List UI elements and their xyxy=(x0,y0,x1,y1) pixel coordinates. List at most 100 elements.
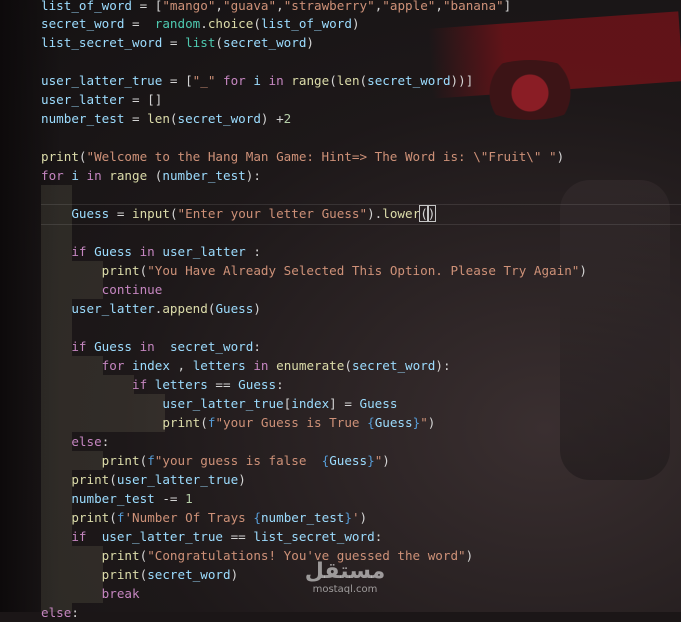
code-line[interactable]: for index , letters in enumerate(secret_… xyxy=(41,356,451,375)
code-line[interactable]: print(f"your Guess is True {Guess}") xyxy=(41,413,435,432)
code-line[interactable]: user_latter = [] xyxy=(41,90,162,109)
code-line[interactable]: continue xyxy=(41,280,163,299)
code-token: else xyxy=(71,434,102,449)
code-line[interactable]: else: xyxy=(41,603,79,622)
code-token: "Welcome to the Hang Man Game: Hint=> Th… xyxy=(86,149,557,164)
code-token: ) xyxy=(556,149,565,164)
code-token: user_latter xyxy=(41,92,125,107)
code-token: } xyxy=(344,510,352,525)
code-token: ) + xyxy=(260,111,284,126)
code-line[interactable]: number_test = len(secret_word) +2 xyxy=(41,109,291,128)
code-line[interactable]: user_latter_true[index] = Guess xyxy=(41,394,397,413)
code-token: = xyxy=(109,206,133,221)
code-token: print xyxy=(71,472,110,487)
code-token: : xyxy=(276,377,284,392)
code-token: ( xyxy=(215,35,224,50)
code-editor[interactable]: list_of_word = ["mango","guava","strawbe… xyxy=(0,0,681,620)
code-line[interactable]: number_test -= 1 xyxy=(41,489,192,508)
code-line[interactable]: print("Welcome to the Hang Man Game: Hin… xyxy=(41,147,564,166)
code-token: "Enter your letter Guess" xyxy=(177,206,368,221)
code-line[interactable]: print("You Have Already Selected This Op… xyxy=(41,261,587,280)
code-token: for xyxy=(41,168,64,183)
code-token: ) xyxy=(579,263,587,278)
code-line[interactable]: list_secret_word = list(secret_word) xyxy=(41,33,314,52)
code-token: list_secret_word xyxy=(41,35,163,50)
code-token: -= xyxy=(154,491,186,506)
code-token: "_" xyxy=(192,73,216,88)
code-token: , xyxy=(435,0,443,13)
code-token: ) xyxy=(351,16,360,31)
watermark-arabic: مستقل xyxy=(304,559,386,584)
code-token: ): xyxy=(245,168,261,183)
code-token: Guess xyxy=(71,206,110,221)
code-token: number_test xyxy=(260,510,345,525)
code-line[interactable]: list_of_word = ["mango","guava","strawbe… xyxy=(41,0,511,15)
code-token: print xyxy=(71,510,110,525)
code-token: secret_word xyxy=(367,73,451,88)
code-line[interactable]: if Guess in user_latter : xyxy=(41,242,261,261)
cursor-bracket: ) xyxy=(426,205,437,222)
code-token: , xyxy=(169,358,193,373)
code-token: = xyxy=(124,111,148,126)
code-line[interactable]: print(secret_word) xyxy=(41,565,239,584)
code-token: ( xyxy=(200,415,208,430)
code-token: ( xyxy=(109,472,117,487)
code-token: secret_word xyxy=(223,35,307,50)
code-line[interactable]: print("Congratulations! You've guessed t… xyxy=(41,546,474,565)
code-token: ): xyxy=(435,358,451,373)
code-line[interactable]: break xyxy=(41,584,140,603)
code-token: Guess xyxy=(329,453,368,468)
code-token: 'Number Of Trays xyxy=(124,510,254,525)
code-line[interactable]: if letters == Guess: xyxy=(41,375,284,394)
code-token: ( xyxy=(169,206,178,221)
code-token: ( xyxy=(359,73,368,88)
code-token: user_latter_true xyxy=(101,529,224,544)
code-token: Guess xyxy=(238,377,277,392)
code-token: continue xyxy=(101,282,163,297)
code-token: in xyxy=(260,73,292,88)
code-token: ' xyxy=(351,510,360,525)
code-token: list_secret_word xyxy=(253,529,375,544)
code-token: = xyxy=(124,16,155,31)
code-line[interactable]: print(f'Number Of Trays {number_test}') xyxy=(41,508,367,527)
code-line[interactable]: else: xyxy=(41,432,109,451)
code-line[interactable]: user_latter.append(Guess) xyxy=(41,299,261,318)
code-line[interactable]: print(user_latter_true) xyxy=(41,470,245,489)
code-token: if xyxy=(132,377,155,392)
code-token: ) xyxy=(382,453,390,468)
code-token: == xyxy=(207,377,239,392)
code-token: f xyxy=(147,453,155,468)
code-token: number_test xyxy=(41,111,125,126)
code-line[interactable]: for i in range (number_test): xyxy=(41,166,261,185)
code-token: ). xyxy=(367,206,383,221)
code-token: , xyxy=(276,0,284,13)
code-token: user_latter xyxy=(162,244,246,259)
code-token: index xyxy=(132,358,170,373)
code-token: input xyxy=(132,206,170,221)
code-line[interactable]: if user_latter_true == list_secret_word: xyxy=(41,527,382,546)
code-token: ] xyxy=(503,0,512,13)
code-line[interactable]: print(f"your guess is false {Guess}") xyxy=(41,451,390,470)
code-token: random xyxy=(154,16,201,31)
code-token: ))] xyxy=(450,73,474,88)
code-token: in xyxy=(245,358,277,373)
code-line[interactable]: secret_word = random.choice(list_of_word… xyxy=(41,14,360,33)
code-line[interactable]: user_latter_true = ["_" for i in range(l… xyxy=(41,71,473,90)
code-line[interactable]: Guess = input("Enter your letter Guess")… xyxy=(41,204,437,223)
code-token: ( xyxy=(147,168,163,183)
code-token: print xyxy=(101,453,140,468)
code-token: enumerate xyxy=(276,358,345,373)
code-line[interactable]: if Guess in secret_word: xyxy=(41,337,261,356)
code-token: list xyxy=(185,35,216,50)
code-token: ) xyxy=(465,548,474,563)
code-token: user_latter xyxy=(71,301,155,316)
code-token: : xyxy=(71,605,79,620)
